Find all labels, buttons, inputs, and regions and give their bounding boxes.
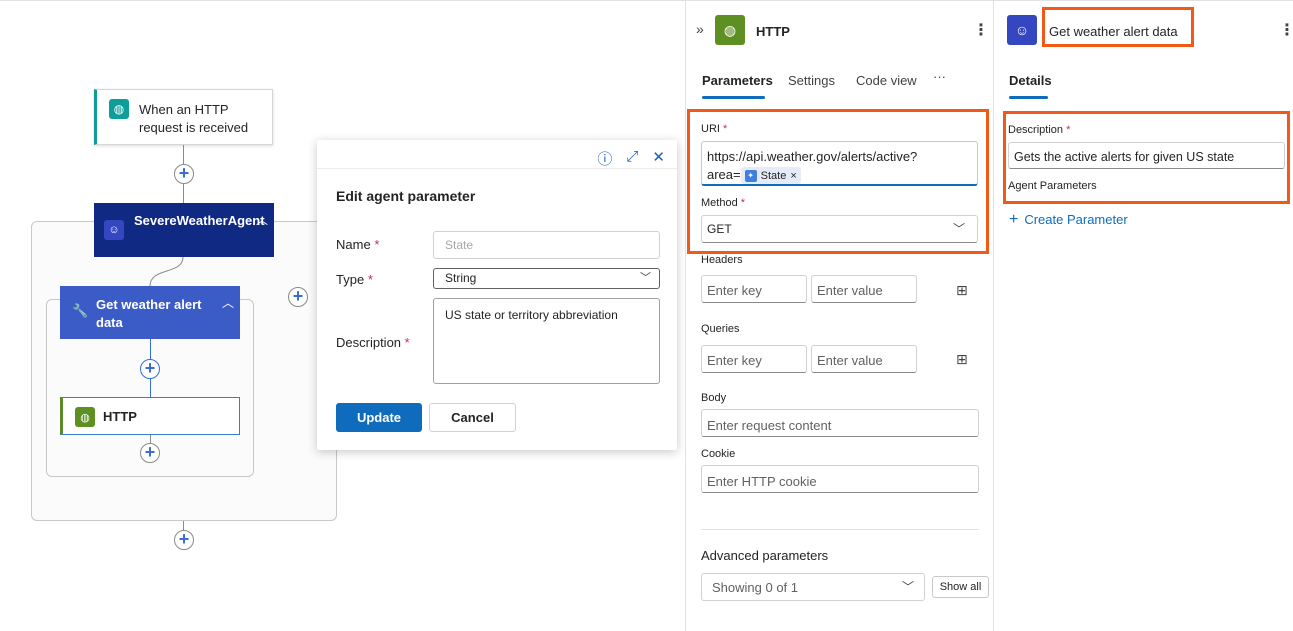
tool-details-pane: ☺ Get weather alert data ⋮ Details Descr… [993,1,1293,631]
add-step-button[interactable]: + [140,443,160,463]
chevron-down-icon: ﹀ [952,222,965,236]
http-trigger-icon: ◍ [109,99,129,119]
agent-icon: ☺ [104,220,124,240]
tab-details[interactable]: Details [1009,73,1052,88]
tab-parameters[interactable]: Parameters [702,73,773,88]
more-options-icon[interactable]: ⋮ [1279,20,1293,40]
method-label: Method * [701,197,746,209]
update-button[interactable]: Update [336,403,422,432]
chevron-up-icon[interactable]: ︿ [256,211,268,228]
tab-settings[interactable]: Settings [788,73,835,88]
type-value: String [445,271,477,285]
tab-more[interactable]: ··· [933,69,946,84]
queries-label: Queries [701,323,740,335]
remove-token-icon[interactable]: × [790,167,796,185]
collapse-panel-icon[interactable]: » [696,21,704,37]
tool-label: Get weather alert data [96,297,202,330]
connector-curve [149,257,184,287]
show-all-button[interactable]: Show all [932,576,989,598]
add-step-button[interactable]: + [174,164,194,184]
trigger-label: When an HTTP request is received [139,102,249,135]
agent-node[interactable]: ☺ SevereWeatherAgent ︿ [94,203,274,257]
switch-text-mode-icon[interactable]: ⊞ [956,282,968,299]
method-select[interactable]: GET ﹀ [701,215,978,243]
chevron-down-icon: ﹀ [640,272,651,284]
body-label: Body [701,392,727,404]
token-icon: ✦ [744,169,757,182]
uri-text: area= [707,167,741,182]
more-options-icon[interactable]: ⋮ [973,20,989,40]
advanced-select-value: Showing 0 of 1 [712,580,799,595]
create-parameter-button[interactable]: + Create Parameter [1009,211,1128,229]
body-input[interactable]: Enter request content [701,409,979,437]
add-tool-button[interactable]: + [288,287,308,307]
uri-input[interactable]: https://api.weather.gov/alerts/active? a… [701,141,978,186]
header-value-input[interactable]: Enter value [811,275,917,303]
token-label: State [760,169,787,182]
type-label: Type * [336,272,373,287]
close-icon[interactable]: ✕ [652,148,665,169]
add-step-button[interactable]: + [140,359,160,379]
pane-title: HTTP [756,24,790,39]
info-icon[interactable]: ⓘ [597,148,612,169]
edit-agent-parameter-dialog: ⓘ ⤢ ✕ Edit agent parameter Name * State … [317,140,677,450]
switch-text-mode-icon[interactable]: ⊞ [956,351,968,368]
cookie-label: Cookie [701,448,736,460]
expand-icon[interactable]: ⤢ [626,148,638,169]
http-action-node[interactable]: ◍ HTTP [60,397,240,435]
type-select[interactable]: String ﹀ [433,268,660,289]
pane-title[interactable]: Get weather alert data [1049,24,1178,39]
http-icon: ◍ [75,407,95,427]
http-icon: ◍ [715,15,745,45]
name-label: Name * [336,237,380,252]
agent-parameters-label: Agent Parameters [1008,180,1097,192]
tool-description-input[interactable]: Gets the active alerts for given US stat… [1008,142,1285,169]
http-action-pane: » ◍ HTTP ⋮ Parameters Settings Code view… [685,1,993,631]
description-label: Description * [1008,124,1071,136]
http-action-label: HTTP [103,409,137,424]
create-parameter-label: Create Parameter [1024,212,1128,227]
cancel-button[interactable]: Cancel [429,403,516,432]
tool-node[interactable]: 🔧 Get weather alert data ︿ [60,286,240,339]
dialog-title: Edit agent parameter [336,188,476,204]
uri-label: URI * [701,123,728,135]
add-step-button[interactable]: + [174,530,194,550]
cookie-input[interactable]: Enter HTTP cookie [701,465,979,493]
trigger-node[interactable]: ◍ When an HTTP request is received [94,89,273,145]
agent-tool-icon: ☺ [1007,15,1037,45]
description-label: Description * [336,335,410,350]
plus-icon: + [1009,211,1019,228]
uri-text: https://api.weather.gov/alerts/active? [707,149,918,164]
query-value-input[interactable]: Enter value [811,345,917,373]
state-token[interactable]: ✦ State × [740,167,801,185]
name-input[interactable]: State [433,231,660,259]
advanced-parameters-select[interactable]: Showing 0 of 1 ﹀ [701,573,925,601]
headers-label: Headers [701,254,743,266]
chevron-down-icon: ﹀ [901,580,914,594]
method-value: GET [707,222,732,236]
chevron-up-icon[interactable]: ︿ [222,294,234,311]
header-key-input[interactable]: Enter key [701,275,807,303]
description-textarea[interactable]: US state or territory abbreviation [433,298,660,384]
tab-code-view[interactable]: Code view [856,73,917,88]
wrench-icon: 🔧 [72,303,89,318]
agent-label: SevereWeatherAgent [134,213,265,228]
advanced-parameters-label: Advanced parameters [701,548,829,563]
query-key-input[interactable]: Enter key [701,345,807,373]
